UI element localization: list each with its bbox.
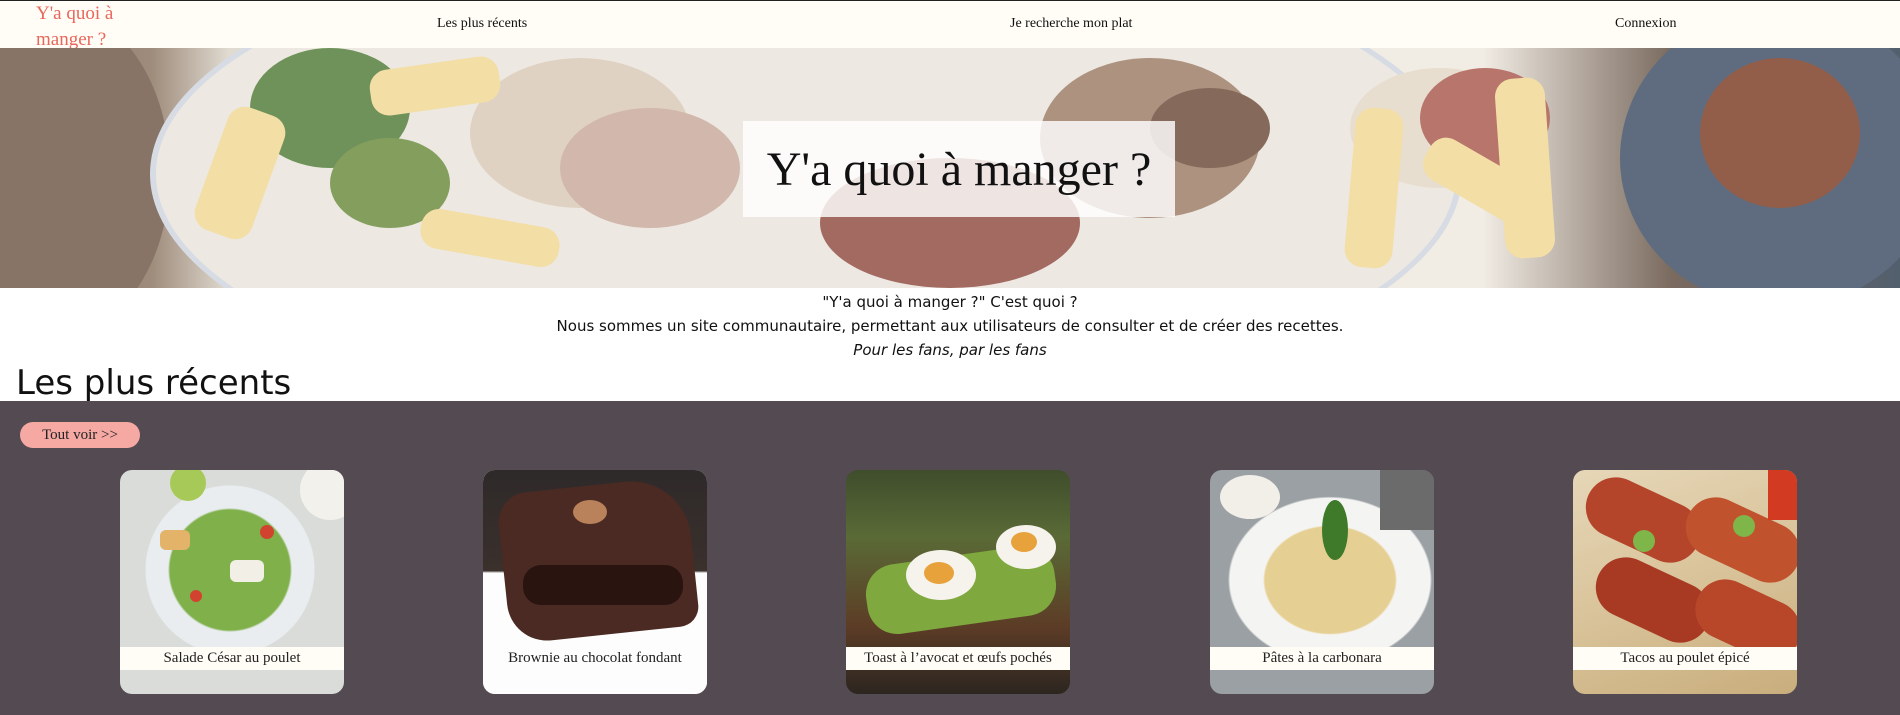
hero-title: Y'a quoi à manger ? (766, 142, 1152, 196)
nav-link-recent[interactable]: Les plus récents (437, 16, 527, 32)
hero-banner: Y'a quoi à manger ? (0, 48, 1900, 288)
nav-link-search-dish[interactable]: Je recherche mon plat (1010, 16, 1132, 32)
recent-section-title: Les plus récents (16, 363, 292, 403)
recipe-name: Tacos au poulet épicé (1573, 647, 1797, 670)
recipe-card-avocado-toast[interactable]: Toast à l’avocat et œufs pochés (846, 470, 1070, 694)
about-description: Nous sommes un site communautaire, perme… (556, 317, 1344, 335)
recipe-card-caesar-salad[interactable]: Salade César au poulet (120, 470, 344, 694)
recipe-card-carbonara[interactable]: Pâtes à la carbonara (1210, 470, 1434, 694)
about-question: "Y'a quoi à manger ?" C'est quoi ? (822, 293, 1078, 311)
hero-title-box: Y'a quoi à manger ? (743, 121, 1175, 217)
recipe-name: Toast à l’avocat et œufs pochés (846, 647, 1070, 670)
top-nav: Y'a quoi à manger ? Les plus récents Je … (0, 0, 1900, 50)
recent-recipes-section: Tout voir >> Salade César au poulet Brow… (0, 401, 1900, 715)
nav-link-login[interactable]: Connexion (1615, 16, 1676, 32)
site-logo[interactable]: Y'a quoi à manger ? (36, 1, 146, 53)
recipe-card-tacos[interactable]: Tacos au poulet épicé (1573, 470, 1797, 694)
recipe-name: Pâtes à la carbonara (1210, 647, 1434, 670)
recipe-card-brownie[interactable]: Brownie au chocolat fondant (483, 470, 707, 694)
recipe-name: Salade César au poulet (120, 647, 344, 670)
see-all-button[interactable]: Tout voir >> (20, 422, 140, 448)
about-section: "Y'a quoi à manger ?" C'est quoi ? Nous … (0, 290, 1900, 362)
about-tagline: Pour les fans, par les fans (853, 341, 1047, 359)
recipe-name: Brownie au chocolat fondant (508, 650, 682, 666)
